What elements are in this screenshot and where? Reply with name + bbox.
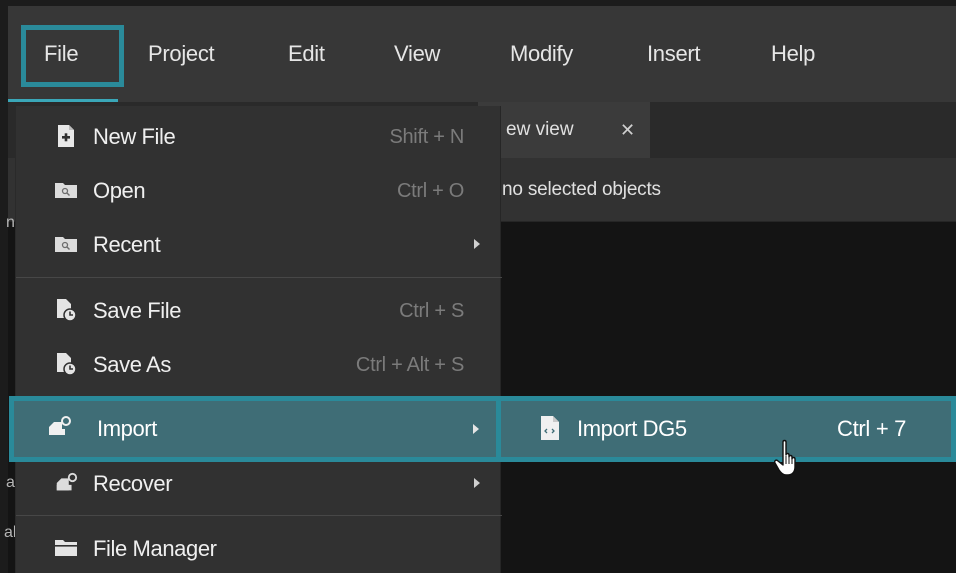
- menu-item-save-file[interactable]: Save File Ctrl + S: [16, 284, 502, 338]
- selection-status-text: no selected objects: [502, 179, 661, 200]
- menu-item-label: Recent: [93, 232, 161, 257]
- menu-item-new-file[interactable]: New File Shift + N: [16, 110, 502, 164]
- menu-bar: File Project Edit View Modify Insert Hel…: [8, 6, 956, 102]
- open-folder-icon: [55, 183, 77, 198]
- menu-item-label: New File: [93, 124, 176, 149]
- menu-item-shortcut: Shift + N: [389, 126, 464, 148]
- file-manager-icon: [55, 540, 77, 556]
- submenu-item-shortcut: Ctrl + 7: [837, 416, 907, 441]
- menu-item-import[interactable]: Import: [9, 396, 501, 462]
- menu-view[interactable]: View: [394, 6, 440, 102]
- menu-item-label: Import: [97, 416, 157, 441]
- menu-insert[interactable]: Insert: [647, 6, 701, 102]
- menu-item-recover[interactable]: Recover: [16, 457, 502, 511]
- submenu-arrow-icon: [473, 424, 479, 434]
- recent-folder-icon: [55, 237, 77, 252]
- menu-item-label: Recover: [93, 471, 173, 496]
- menu-item-recent[interactable]: Recent: [16, 218, 502, 272]
- menu-separator: [16, 277, 502, 278]
- menu-item-label: Save As: [93, 352, 171, 377]
- menu-item-file-manager[interactable]: File Manager: [16, 522, 502, 573]
- menu-project[interactable]: Project: [148, 6, 215, 102]
- menu-item-label: Open: [93, 178, 146, 203]
- file-menu-dropdown: New File Shift + N Open Ctrl + O Recent: [15, 106, 502, 573]
- submenu-item-label: Import DG5: [577, 416, 687, 441]
- menu-help[interactable]: Help: [771, 6, 815, 102]
- menu-edit[interactable]: Edit: [288, 6, 325, 102]
- save-as-icon: [57, 353, 77, 376]
- dg5-file-icon: [541, 416, 559, 440]
- submenu-arrow-icon: [474, 478, 480, 488]
- app-window: File Project Edit View Modify Insert Hel…: [0, 0, 956, 573]
- side-panel-fragment: n: [6, 214, 15, 231]
- menu-item-open[interactable]: Open Ctrl + O: [16, 164, 502, 218]
- import-icon: [49, 416, 71, 435]
- import-submenu: Import DG5 Ctrl + 7: [501, 396, 956, 462]
- menu-modify[interactable]: Modify: [510, 6, 573, 102]
- new-file-icon: [58, 125, 74, 147]
- menu-item-label: File Manager: [93, 536, 217, 561]
- menu-item-shortcut: Ctrl + S: [399, 300, 464, 322]
- menu-separator: [16, 515, 502, 516]
- menu-item-shortcut: Ctrl + O: [396, 180, 464, 202]
- document-tab-label: ew view: [506, 119, 574, 140]
- submenu-arrow-icon: [474, 239, 480, 249]
- document-tab[interactable]: ew view ✕: [478, 102, 650, 158]
- hand-cursor-icon: [774, 439, 796, 476]
- recover-icon: [56, 472, 78, 491]
- menu-item-shortcut: Ctrl + Alt + S: [355, 354, 464, 376]
- menu-item-save-as[interactable]: Save As Ctrl + Alt + S: [16, 338, 502, 392]
- save-file-icon: [57, 299, 77, 322]
- menu-item-label: Save File: [93, 298, 182, 323]
- menu-file[interactable]: File: [44, 6, 79, 102]
- close-icon[interactable]: ✕: [620, 102, 635, 158]
- side-panel-fragment: a: [6, 474, 15, 491]
